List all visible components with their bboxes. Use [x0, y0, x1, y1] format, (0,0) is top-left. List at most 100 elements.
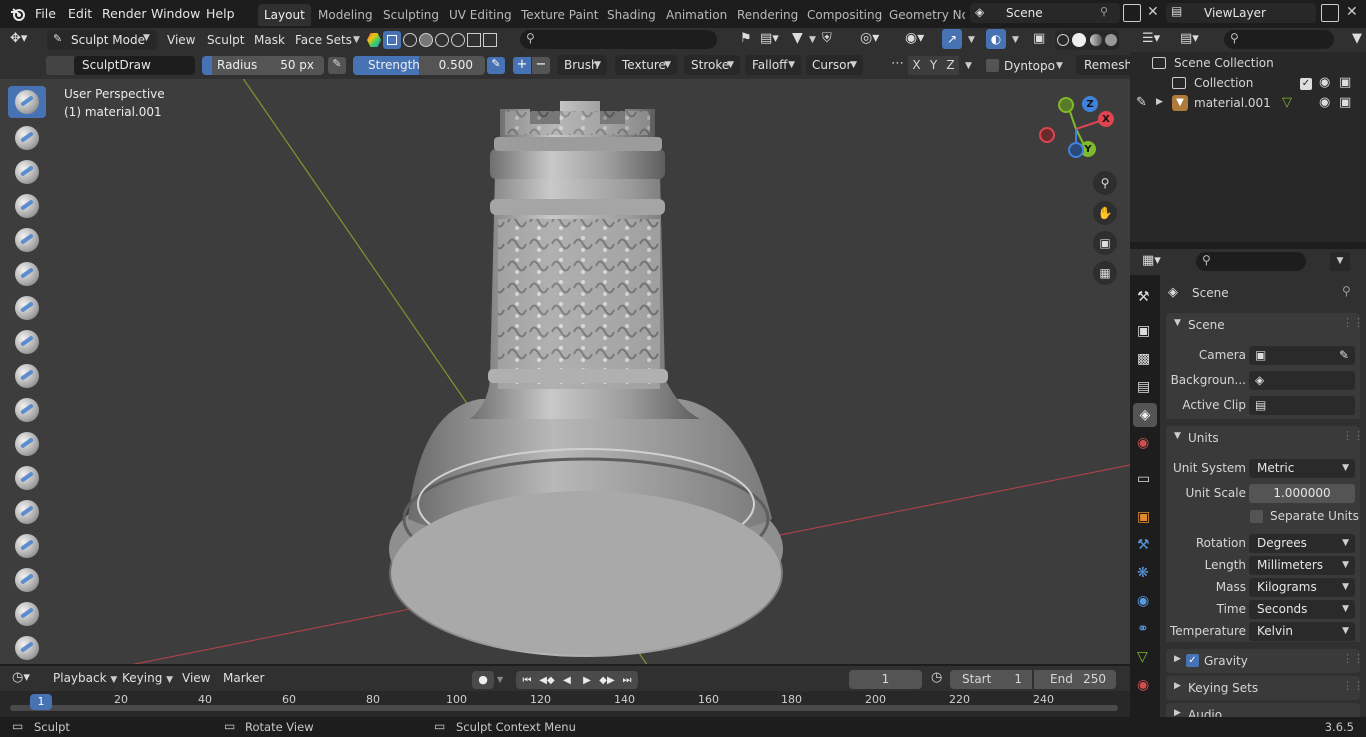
- subtract-direction-button[interactable]: −: [532, 57, 550, 74]
- texture-dropdown[interactable]: Texture ▼: [615, 55, 677, 75]
- display-mode-icon[interactable]: ▤▾: [1180, 31, 1199, 46]
- menu-render[interactable]: Render: [102, 6, 147, 21]
- outliner-row-object[interactable]: ✎ ▶ ▼ material.001 ▽ ◉ ▣: [1130, 94, 1366, 114]
- drag-handle-icon[interactable]: ⋮⋮: [1342, 652, 1364, 665]
- brush-name-field[interactable]: SculptDraw: [74, 56, 195, 75]
- prev-keyframe-button[interactable]: ◀◆: [536, 671, 558, 689]
- pin-icon[interactable]: ⚲: [1342, 284, 1351, 298]
- data-tab-icon[interactable]: ▽: [1137, 649, 1148, 665]
- constraints-tab-icon[interactable]: ⚭: [1137, 621, 1149, 637]
- mesh-icon[interactable]: [467, 33, 481, 47]
- falloff-dropdown[interactable]: Falloff ▼: [745, 55, 801, 75]
- blender-logo-icon[interactable]: [9, 5, 27, 23]
- camera-icon[interactable]: ▣: [1339, 95, 1351, 110]
- unit-system-dropdown[interactable]: Metric ▼: [1249, 459, 1355, 478]
- outliner-search-input[interactable]: ⚲: [1224, 30, 1334, 49]
- overlay-toggle-icon[interactable]: ◐: [986, 29, 1006, 49]
- tool-fill[interactable]: [8, 462, 46, 494]
- pin-icon[interactable]: ⚲: [1100, 5, 1108, 18]
- mirror-z-toggle[interactable]: Z: [942, 56, 959, 75]
- tab-animation[interactable]: Animation: [660, 4, 733, 26]
- strength-slider[interactable]: Strength 0.500: [353, 56, 485, 75]
- jump-start-button[interactable]: ⏮: [516, 671, 538, 689]
- shading-mode-icons[interactable]: [367, 31, 517, 49]
- hexagon-icon[interactable]: [367, 33, 381, 47]
- gizmo-z-axis[interactable]: Z: [1082, 96, 1098, 112]
- tool-clay[interactable]: [8, 156, 46, 188]
- cursor-dropdown[interactable]: Cursor ▼: [806, 55, 863, 75]
- layout-icon[interactable]: ▤▾: [760, 31, 779, 46]
- keying-sets-panel-header[interactable]: ▶ Keying Sets ⋮⋮: [1166, 676, 1364, 700]
- marker-menu[interactable]: Marker: [223, 667, 264, 689]
- remove-viewlayer-icon[interactable]: ✕: [1346, 4, 1358, 20]
- remesh-dropdown[interactable]: Remesh: [1076, 55, 1132, 75]
- stroke-dropdown[interactable]: Stroke ▼: [684, 55, 740, 75]
- next-keyframe-button[interactable]: ◆▶: [596, 671, 618, 689]
- tool-clay-strips[interactable]: [8, 190, 46, 222]
- eye-icon[interactable]: ◉▾: [905, 30, 924, 46]
- playhead[interactable]: 1: [30, 694, 52, 710]
- temperature-dropdown[interactable]: Kelvin ▼: [1249, 622, 1355, 641]
- search-input[interactable]: ⚲: [520, 30, 717, 49]
- gizmo-x-axis[interactable]: X: [1098, 111, 1114, 127]
- sphere-icon[interactable]: [403, 33, 417, 47]
- scene-panel-header[interactable]: ▼ Scene ⋮⋮: [1166, 313, 1364, 337]
- drag-handle-icon[interactable]: ⋮⋮: [1342, 679, 1364, 692]
- tab-rendering[interactable]: Rendering: [731, 4, 804, 26]
- start-frame-field[interactable]: Start 1: [950, 670, 1032, 689]
- mirror-y-toggle[interactable]: Y: [925, 56, 942, 75]
- world-tab-icon[interactable]: ◉: [1137, 435, 1149, 451]
- editor-type-icon[interactable]: ✥▾: [10, 31, 27, 46]
- shield-icon[interactable]: ⛨: [822, 31, 832, 46]
- expand-arrow-icon[interactable]: ▶: [1156, 97, 1163, 107]
- viewlayer-selector[interactable]: ▤ ViewLayer: [1166, 3, 1316, 23]
- material-tab-icon[interactable]: ◉: [1137, 677, 1149, 693]
- hand-icon[interactable]: ✋: [1093, 201, 1117, 225]
- modifier-tab-icon[interactable]: ⚒: [1137, 537, 1150, 553]
- tab-uv-editing[interactable]: UV Editing: [443, 4, 518, 26]
- record-button[interactable]: ●: [472, 671, 494, 689]
- navigation-gizmo[interactable]: Z X Y: [1036, 94, 1116, 164]
- radius-slider[interactable]: Radius 50 px: [202, 56, 324, 75]
- material-icon[interactable]: [1089, 34, 1102, 46]
- zoom-icon[interactable]: ⚲: [1093, 171, 1117, 195]
- current-frame-field[interactable]: 1: [849, 670, 922, 689]
- rendered-icon[interactable]: [1105, 34, 1118, 46]
- output-tab-icon[interactable]: ▩: [1137, 351, 1150, 367]
- mass-dropdown[interactable]: Kilograms ▼: [1249, 578, 1355, 597]
- 3d-viewport[interactable]: User Perspective (1) material.001 Z X Y …: [0, 79, 1130, 664]
- audio-panel-header[interactable]: ▶ Audio: [1166, 703, 1360, 717]
- menu-face-sets[interactable]: Face Sets: [295, 29, 352, 51]
- tool-multiplane-scrape[interactable]: [8, 530, 46, 562]
- playback-menu[interactable]: Playback ▼: [53, 667, 117, 689]
- play-button[interactable]: ▶: [576, 671, 598, 689]
- eyedropper-icon[interactable]: ✎: [1339, 346, 1349, 365]
- active-clip-field[interactable]: ▤: [1249, 396, 1355, 415]
- time-dropdown[interactable]: Seconds ▼: [1249, 600, 1355, 619]
- length-dropdown[interactable]: Millimeters ▼: [1249, 556, 1355, 575]
- viewport-shading-group[interactable]: [1055, 30, 1119, 50]
- bookmark-icon[interactable]: ⚑: [740, 31, 752, 46]
- chevron-down-icon[interactable]: ▼: [809, 35, 816, 45]
- filter-icon[interactable]: ▼: [1352, 31, 1362, 46]
- sphere-icon[interactable]: [419, 33, 433, 47]
- editor-type-icon[interactable]: ☰▾: [1142, 31, 1160, 46]
- pivot-icon[interactable]: ◎▾: [860, 30, 879, 46]
- tab-compositing[interactable]: Compositing: [801, 4, 888, 26]
- object-tab-icon[interactable]: ▣: [1137, 509, 1150, 525]
- camera-icon[interactable]: ▣: [1339, 75, 1351, 90]
- mirror-x-toggle[interactable]: X: [908, 56, 925, 75]
- dyntopo-checkbox[interactable]: [986, 59, 999, 72]
- menu-mask[interactable]: Mask: [254, 29, 285, 51]
- eye-icon[interactable]: ◉: [1319, 95, 1330, 110]
- menu-file[interactable]: File: [35, 6, 56, 21]
- background-scene-field[interactable]: ◈: [1249, 371, 1355, 390]
- tool-elastic[interactable]: [8, 632, 46, 664]
- solid-icon[interactable]: [1072, 33, 1087, 47]
- new-scene-icon[interactable]: [1123, 4, 1141, 22]
- play-reverse-button[interactable]: ◀: [556, 671, 578, 689]
- tab-geometry-nodes[interactable]: Geometry Noc: [883, 4, 965, 26]
- tool-crease[interactable]: [8, 360, 46, 392]
- particles-tab-icon[interactable]: ❋: [1137, 565, 1149, 581]
- tool-grab[interactable]: [8, 598, 46, 630]
